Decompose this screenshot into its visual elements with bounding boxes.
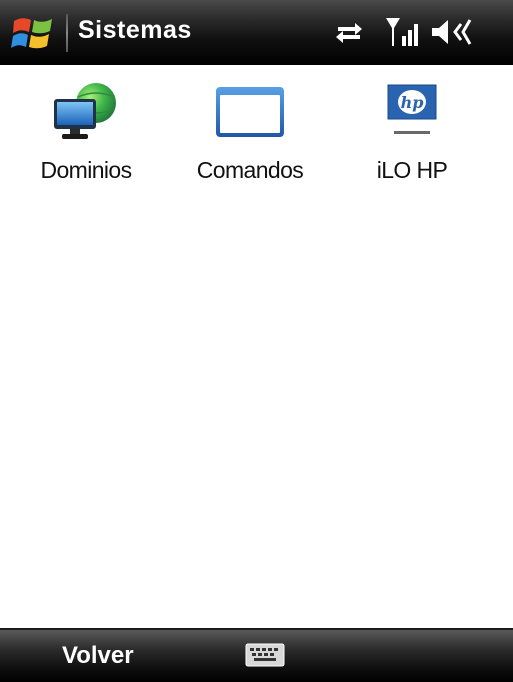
- windows-flag-icon: [11, 18, 52, 49]
- signal-strength-icon: [386, 18, 418, 46]
- window-icon: [216, 87, 284, 137]
- app-label-comandos: Comandos: [196, 157, 304, 183]
- start-button[interactable]: [10, 12, 58, 54]
- app-grid: Dominios Comandos hp iLO HP: [0, 65, 513, 630]
- app-item-comandos[interactable]: Comandos: [175, 77, 325, 189]
- signal-status[interactable]: [384, 14, 424, 50]
- connectivity-arrows-icon: [336, 23, 362, 43]
- svg-text:hp: hp: [401, 93, 424, 112]
- back-softkey[interactable]: Volver: [62, 642, 134, 670]
- title-divider: [66, 14, 68, 52]
- connectivity-status[interactable]: [333, 14, 365, 50]
- volume-status[interactable]: [428, 14, 476, 50]
- keyboard-icon: [245, 643, 285, 667]
- monitor-globe-icon: [54, 83, 116, 139]
- hp-logo-icon: hp: [387, 84, 437, 134]
- app-item-dominios[interactable]: Dominios: [11, 77, 161, 189]
- softkey-bar: Volver: [0, 628, 513, 682]
- app-label-dominios: Dominios: [40, 157, 132, 183]
- keyboard-button[interactable]: [244, 640, 286, 670]
- page-title: Sistemas: [78, 16, 192, 44]
- title-bar: Sistemas: [0, 0, 513, 65]
- app-label-ilo-hp: iLO HP: [376, 157, 448, 183]
- app-item-ilo-hp[interactable]: hp iLO HP: [337, 77, 487, 189]
- speaker-volume-icon: [432, 19, 472, 45]
